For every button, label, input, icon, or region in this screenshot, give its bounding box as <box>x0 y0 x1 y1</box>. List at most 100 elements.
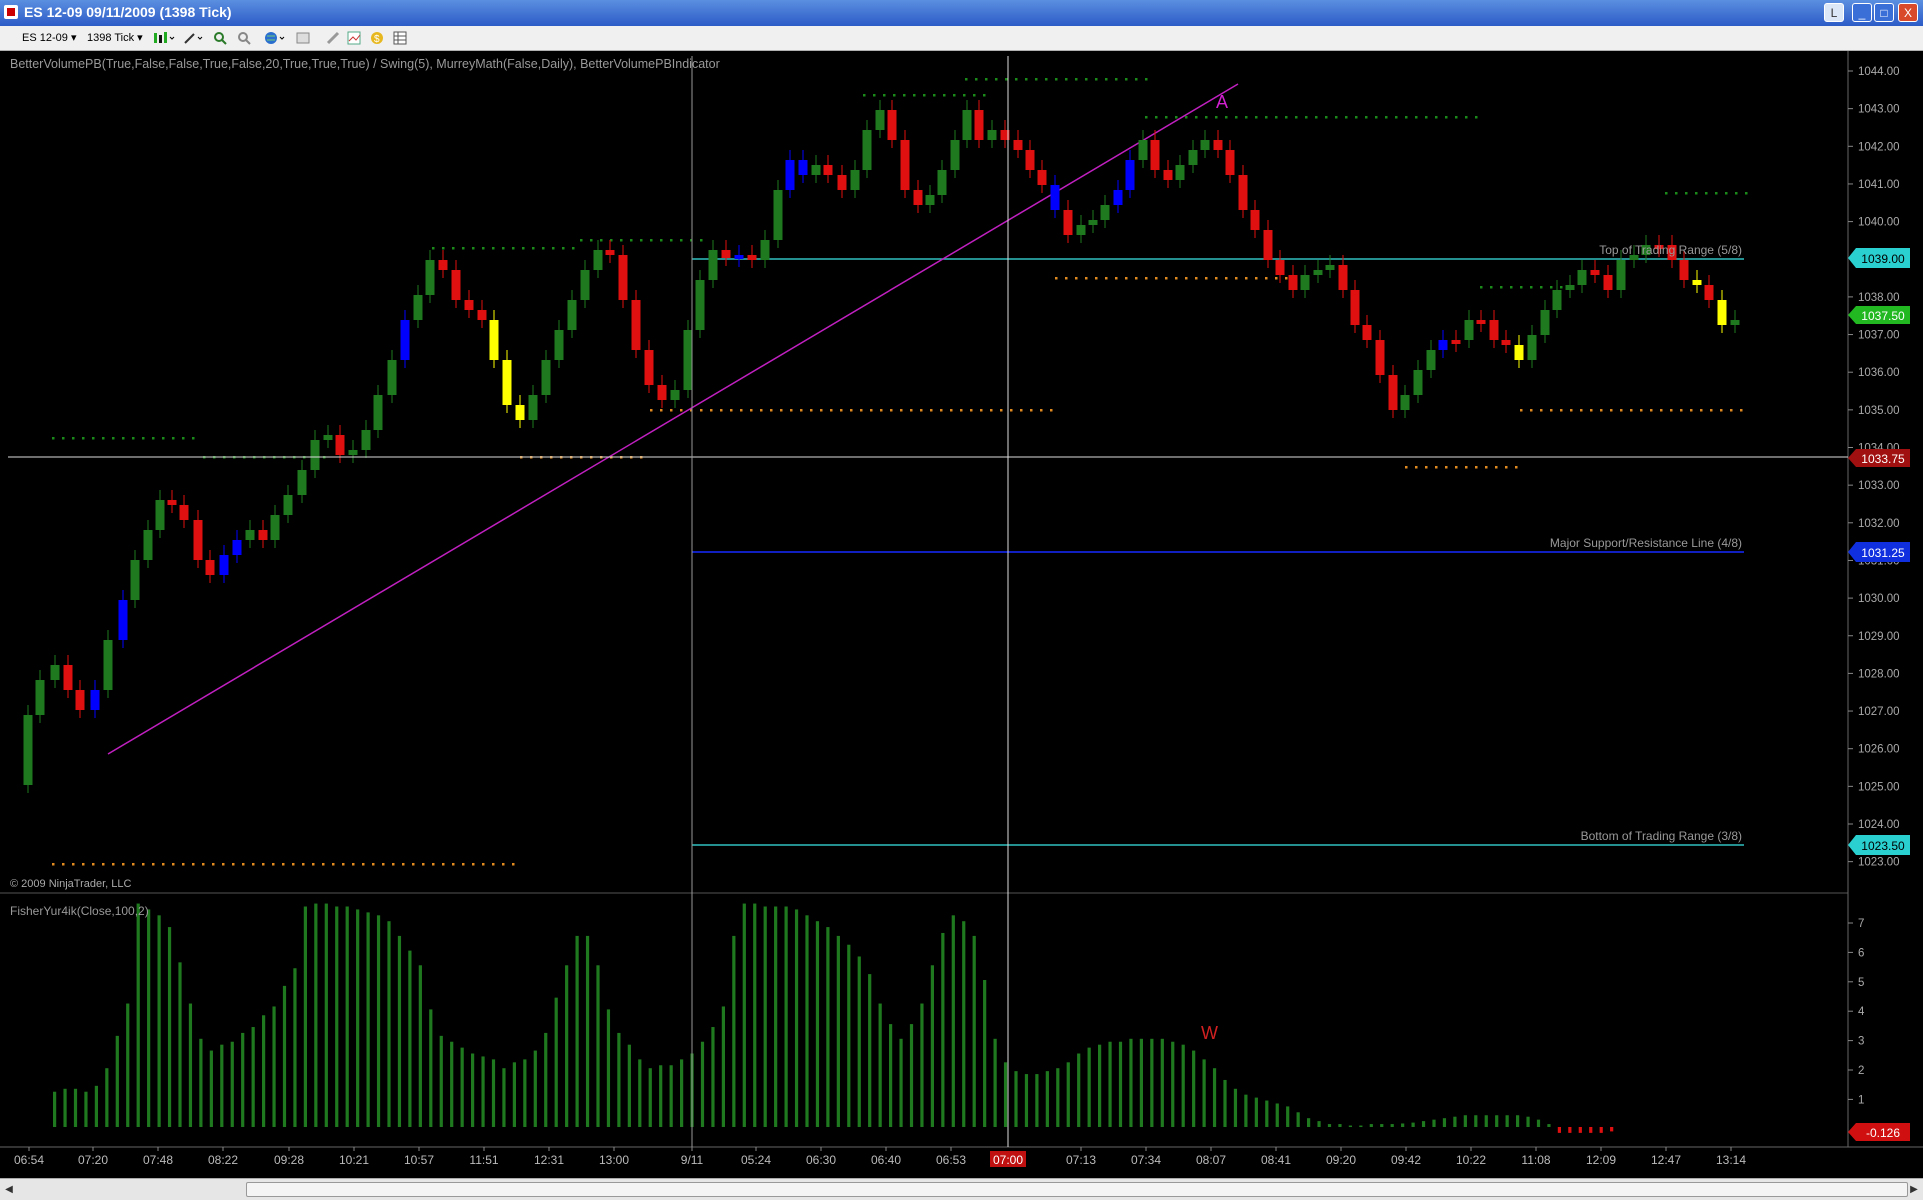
fisher-bar <box>847 944 851 1127</box>
zoom-out-icon[interactable] <box>237 31 251 45</box>
period-selector[interactable]: 1398 Tick ▾ <box>87 30 143 46</box>
minimize-button[interactable]: _ <box>1852 3 1872 22</box>
chart-style-icon[interactable] <box>153 31 175 45</box>
candle-body <box>1163 170 1173 180</box>
time-tick-label: 13:00 <box>599 1153 629 1167</box>
swing-low-dot <box>1530 409 1533 412</box>
swing-low-dot <box>312 863 315 866</box>
swing-high-dot <box>1375 116 1378 119</box>
fisher-bar <box>439 1035 443 1127</box>
swing-high-dot <box>1245 116 1248 119</box>
strategy-icon[interactable] <box>326 31 340 45</box>
swing-high-dot <box>650 239 653 242</box>
swing-low-dot <box>1550 409 1553 412</box>
fisher-bar <box>721 1006 725 1127</box>
swing-low-dot <box>960 409 963 412</box>
fisher-bar <box>84 1091 88 1127</box>
fisher-bar <box>930 965 934 1127</box>
scroll-thumb[interactable] <box>246 1182 1908 1197</box>
fisher-bar <box>1223 1079 1227 1127</box>
candle-body <box>823 165 833 175</box>
fisher-bar <box>262 1015 266 1127</box>
data-box-icon[interactable] <box>393 31 407 45</box>
swing-high-dot <box>1335 116 1338 119</box>
globe-icon[interactable] <box>264 31 288 45</box>
candle-body <box>657 385 667 400</box>
swing-high-dot <box>1065 78 1068 81</box>
fisher-bar <box>711 1027 715 1127</box>
fisher-bar <box>1275 1103 1279 1127</box>
scroll-right-icon[interactable]: ▶ <box>1907 1182 1921 1197</box>
price-chart[interactable]: BetterVolumePB(True,False,False,True,Fal… <box>0 51 1923 1178</box>
candle-body <box>1464 320 1474 340</box>
swing-high-dot <box>1355 116 1358 119</box>
fisher-bar <box>136 903 140 1127</box>
instrument-label: ES 12-09 <box>22 32 68 44</box>
swing-high-dot <box>1490 286 1493 289</box>
swing-low-dot <box>740 409 743 412</box>
swing-high-dot <box>1510 286 1513 289</box>
swing-low-dot <box>1030 409 1033 412</box>
swing-low-dot <box>482 863 485 866</box>
swing-low-dot <box>292 863 295 866</box>
time-tick-label: 9/11 <box>681 1153 704 1167</box>
candle-body <box>1692 280 1702 285</box>
fisher-bar <box>617 1032 621 1127</box>
close-button[interactable]: X <box>1898 3 1918 22</box>
candle-body <box>489 320 499 360</box>
fisher-bar <box>303 906 307 1127</box>
swing-low-dot <box>302 863 305 866</box>
candle-body <box>760 240 770 260</box>
price-tick-label: 1041.00 <box>1858 179 1900 191</box>
currency-icon[interactable]: $ <box>370 31 384 45</box>
swing-low-dot <box>1620 409 1623 412</box>
swing-low-dot <box>202 863 205 866</box>
candle-body <box>528 395 538 420</box>
swing-low-dot <box>422 863 425 866</box>
fisher-bar <box>638 1059 642 1127</box>
candle-body <box>773 190 783 240</box>
fisher-tick-label: 7 <box>1858 918 1864 930</box>
candle-body <box>1616 260 1626 290</box>
fisher-bar <box>1432 1119 1436 1127</box>
time-tick-label: 09:28 <box>274 1153 304 1167</box>
swing-low-dot <box>1125 277 1128 280</box>
fisher-bar <box>1003 1062 1008 1127</box>
fisher-bar <box>909 1024 914 1127</box>
swing-low-dot <box>900 409 903 412</box>
draw-tool-icon[interactable] <box>183 31 205 45</box>
maximize-button[interactable]: □ <box>1874 3 1894 22</box>
candle-body <box>708 250 718 280</box>
fisher-bar <box>1442 1118 1447 1127</box>
candle-body <box>670 390 680 400</box>
fisher-bar <box>408 950 412 1127</box>
fisher-bar <box>429 1009 433 1127</box>
horizontal-scrollbar[interactable]: ◀ ▶ <box>0 1178 1923 1200</box>
fisher-bar <box>993 1038 997 1127</box>
instrument-selector[interactable]: ES 12-09 ▾ <box>22 30 76 46</box>
fisher-bar <box>962 921 966 1127</box>
price-tick-label: 1040.00 <box>1858 217 1900 229</box>
time-tick-label: 07:20 <box>78 1153 108 1167</box>
scroll-left-icon[interactable]: ◀ <box>2 1182 16 1197</box>
price-tick-label: 1029.00 <box>1858 631 1900 643</box>
swing-high-dot <box>1125 78 1128 81</box>
candle-body <box>798 160 808 175</box>
candle-body <box>1704 285 1714 300</box>
fisher-bar <box>951 915 955 1127</box>
fisher-bar <box>1108 1041 1112 1127</box>
zoom-in-icon[interactable] <box>213 31 227 45</box>
fisher-bar <box>335 906 339 1127</box>
swing-high-dot <box>1325 116 1328 119</box>
fisher-bar <box>1317 1121 1321 1127</box>
candle-body <box>143 530 153 560</box>
fisher-bar <box>397 935 402 1127</box>
indicator-icon[interactable] <box>347 31 361 45</box>
restore-button[interactable]: L <box>1824 3 1844 22</box>
properties-icon[interactable] <box>296 31 310 45</box>
swing-high-dot <box>963 94 966 97</box>
swing-low-dot <box>1610 409 1613 412</box>
fisher-bar <box>1516 1115 1520 1127</box>
fisher-bar <box>1348 1125 1352 1128</box>
svg-text:07:00: 07:00 <box>993 1153 1023 1167</box>
